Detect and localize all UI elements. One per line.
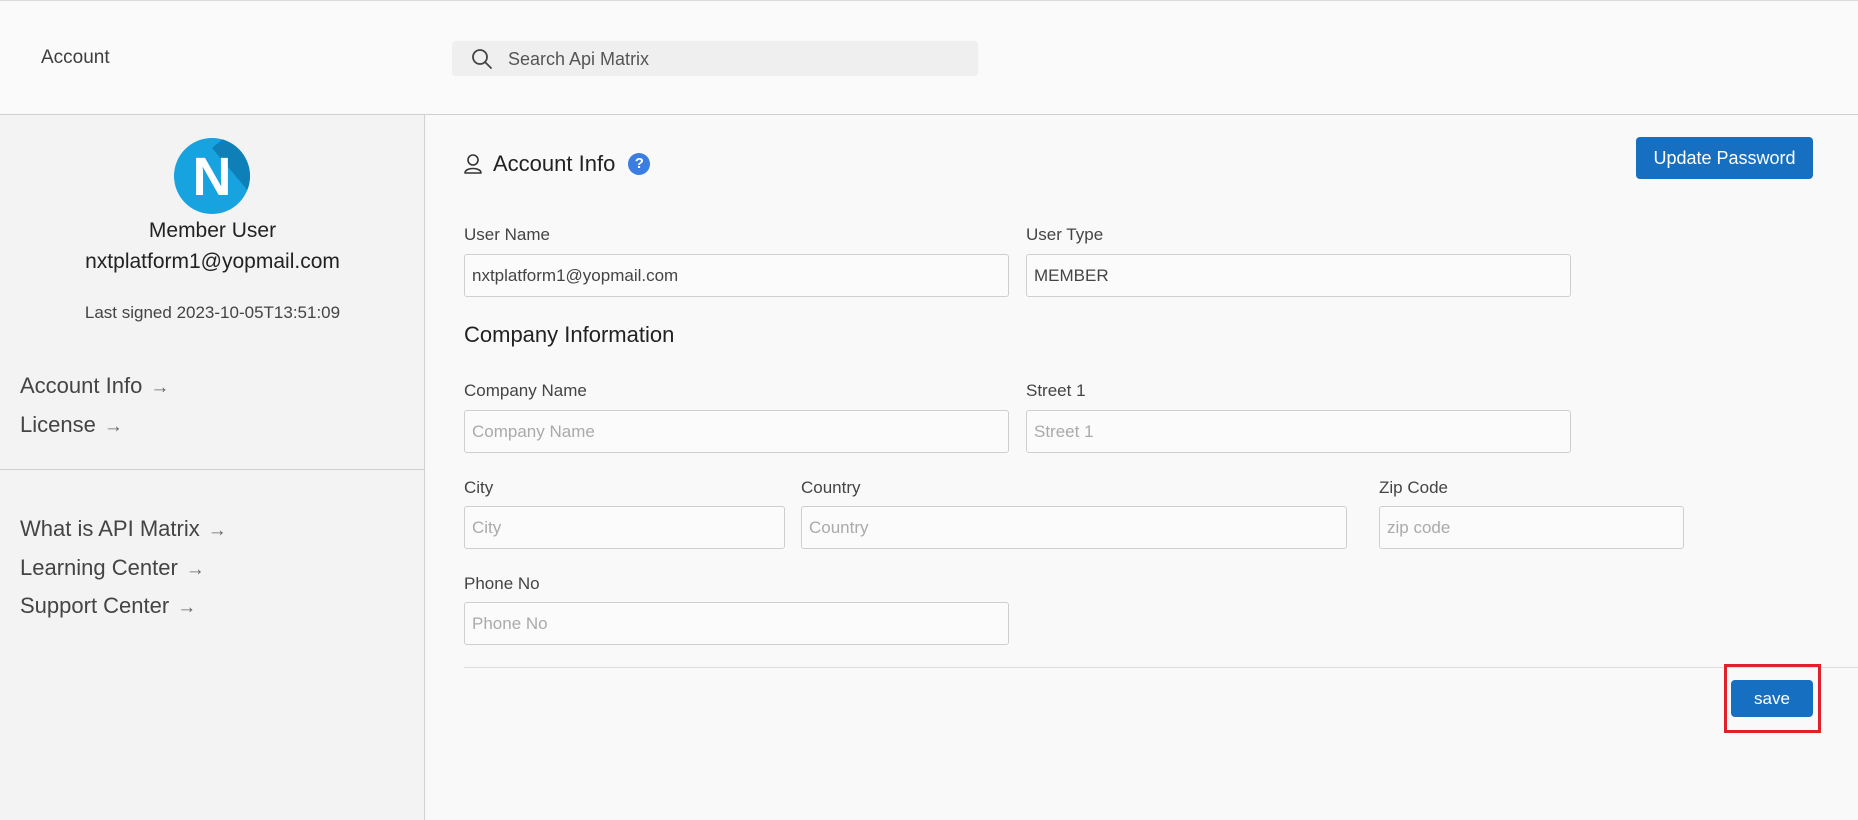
sidebar-link-learning-center[interactable]: Learning Center → (20, 555, 205, 581)
sidebar-link-account-info[interactable]: Account Info → (20, 373, 169, 399)
page-breadcrumb: Account (41, 47, 110, 68)
sidebar-link-label: Account Info (20, 373, 143, 398)
company-name-label: Company Name (464, 381, 587, 400)
account-info-heading: Account Info ? (463, 151, 651, 177)
user-type-label: User Type (1026, 225, 1104, 244)
sidebar-link-label: Support Center (20, 593, 170, 618)
country-field[interactable]: Country (801, 506, 1347, 549)
zip-code-label: Zip Code (1379, 478, 1448, 497)
country-label: Country (801, 478, 861, 497)
sidebar-link-label: License (20, 412, 96, 437)
phone-no-label: Phone No (464, 574, 540, 593)
arrow-right-icon: → (150, 377, 170, 398)
search-input[interactable]: Search Api Matrix (452, 41, 978, 76)
sidebar-link-label: What is API Matrix (20, 516, 200, 541)
save-button[interactable]: save (1731, 680, 1813, 717)
sidebar-link-support-center[interactable]: Support Center → (20, 593, 196, 619)
user-email: nxtplatform1@yopmail.com (85, 250, 340, 273)
search-placeholder: Search Api Matrix (508, 49, 650, 69)
street1-label: Street 1 (1026, 381, 1086, 400)
page-title: Account Info (493, 151, 616, 176)
avatar: N (174, 138, 250, 214)
city-field[interactable]: City (464, 506, 785, 549)
user-name-field[interactable]: nxtplatform1@yopmail.com (464, 254, 1009, 297)
arrow-right-icon: → (185, 559, 205, 580)
street1-field[interactable]: Street 1 (1026, 410, 1571, 453)
sidebar-link-what-is-api-matrix[interactable]: What is API Matrix → (20, 516, 227, 542)
main-content: Account Info ? Update Password User Name… (426, 115, 1858, 820)
sidebar: N Member User nxtplatform1@yopmail.com L… (0, 115, 425, 820)
phone-no-field[interactable]: Phone No (464, 602, 1009, 645)
sidebar-link-license[interactable]: License → (20, 412, 123, 438)
arrow-right-icon: → (207, 520, 227, 541)
user-type-field[interactable]: MEMBER (1026, 254, 1571, 297)
search-icon (472, 49, 492, 69)
update-password-button[interactable]: Update Password (1636, 137, 1813, 179)
city-label: City (464, 478, 494, 497)
arrow-right-icon: → (103, 416, 123, 437)
user-icon (464, 154, 482, 174)
sidebar-link-label: Learning Center (20, 555, 178, 580)
help-icon[interactable]: ? (628, 153, 651, 175)
company-name-field[interactable]: Company Name (464, 410, 1009, 453)
form-divider (464, 667, 1858, 668)
top-header: Account Search Api Matrix (0, 0, 1858, 115)
sidebar-divider (0, 469, 425, 470)
company-information-heading: Company Information (464, 322, 675, 347)
user-identity: Member User nxtplatform1@yopmail.com (0, 215, 425, 277)
zip-code-field[interactable]: zip code (1379, 506, 1684, 549)
user-display-name: Member User (148, 219, 277, 242)
arrow-right-icon: → (177, 597, 197, 618)
user-name-label: User Name (464, 225, 550, 244)
avatar-letter: N (192, 147, 232, 207)
last-signed-text: Last signed 2023-10-05T13:51:09 (84, 303, 341, 322)
